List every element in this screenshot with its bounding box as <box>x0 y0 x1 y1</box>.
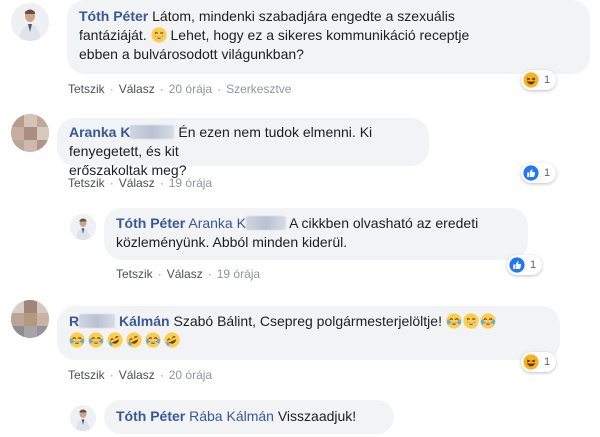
timestamp[interactable]: 20 órája <box>169 368 212 382</box>
redacted-name <box>245 216 286 230</box>
comment-author[interactable]: R Kálmán <box>69 313 170 329</box>
avatar[interactable] <box>70 214 96 240</box>
joy-emoji-icon <box>445 313 462 329</box>
like-link[interactable]: Tetszik <box>68 82 105 96</box>
comment-text: Látom, mindenki szabadjára engedte a sze… <box>152 8 455 24</box>
avatar-photo-blurred <box>11 300 49 338</box>
comment-text: A cikkben olvasható az eredeti <box>289 215 479 231</box>
joy-emoji-icon <box>479 313 496 329</box>
like-icon <box>509 257 525 273</box>
avatar-photo-blurred <box>11 114 49 152</box>
reply-link[interactable]: Válasz <box>119 82 155 96</box>
reaction-count: 1 <box>544 167 551 179</box>
reply-link[interactable]: Válasz <box>119 368 155 382</box>
avatar-photo <box>70 405 96 431</box>
haha-icon <box>523 354 539 370</box>
mention-link[interactable]: Aranka K <box>188 215 286 231</box>
comment-bubble: Tóth Péter Látom, mindenki szabadjára en… <box>67 0 590 74</box>
comment-author[interactable]: Tóth Péter <box>116 215 185 231</box>
comment-author[interactable]: Tóth Péter <box>79 8 148 24</box>
comment-text: Szabó Bálint, Csepreg polgármesterjelölt… <box>173 313 442 329</box>
reaction-summary[interactable]: 1 <box>521 70 557 90</box>
grin-emoji-icon <box>150 27 167 43</box>
emoji-sequence <box>69 332 180 348</box>
comment-bubble: R Kálmán Szabó Bálint, Csepreg polgármes… <box>57 306 560 360</box>
comment-author[interactable]: Tóth Péter <box>116 408 185 424</box>
comment-actions: Tetszik · Válasz · 19 órája <box>68 176 213 190</box>
rofl-emoji-icon <box>164 332 180 348</box>
avatar[interactable] <box>11 3 49 41</box>
comment-text: fantáziáját. <box>79 27 147 43</box>
avatar-photo <box>11 3 49 41</box>
timestamp[interactable]: 20 órája <box>169 82 212 96</box>
redacted-name <box>79 314 116 328</box>
reaction-count: 1 <box>544 74 551 86</box>
reaction-summary[interactable]: 1 <box>507 255 543 275</box>
joy-emoji-icon <box>145 332 161 348</box>
emoji-sequence <box>445 313 496 329</box>
joy-emoji-icon <box>88 332 104 348</box>
avatar[interactable] <box>70 405 96 431</box>
like-icon <box>523 165 539 181</box>
comment-text: közleményünk. Abból minden kiderül. <box>116 234 348 250</box>
comment-text: Visszaadjuk! <box>277 408 357 424</box>
haha-icon <box>523 72 539 88</box>
comment-bubble: Tóth Péter Aranka K A cikkben olvasható … <box>104 208 528 260</box>
timestamp[interactable]: 19 órája <box>169 176 212 190</box>
comment-text: Lehet, hogy ez a sikeres kommunikáció re… <box>170 27 470 43</box>
grin-emoji-icon <box>462 313 479 329</box>
reply-link[interactable]: Válasz <box>119 176 155 190</box>
reaction-count: 1 <box>544 356 551 368</box>
avatar[interactable] <box>11 114 49 152</box>
comment-author[interactable]: Aranka K <box>69 124 175 140</box>
joy-emoji-icon <box>69 332 85 348</box>
comment-actions: Tetszik · Válasz · 19 órája <box>116 267 261 281</box>
edited-label[interactable]: Szerkesztve <box>226 82 291 96</box>
avatar-photo <box>70 214 96 240</box>
like-link[interactable]: Tetszik <box>68 368 105 382</box>
rofl-emoji-icon <box>126 332 142 348</box>
comment-actions: Tetszik · Válasz · 20 órája <box>68 368 213 382</box>
like-link[interactable]: Tetszik <box>116 267 153 281</box>
avatar[interactable] <box>11 300 49 338</box>
comment-bubble: Aranka K Én ezen nem tudok elmenni. Ki f… <box>57 118 429 178</box>
mention-link[interactable]: Rába Kálmán <box>189 408 274 424</box>
reaction-count: 1 <box>530 259 537 271</box>
rofl-emoji-icon <box>107 332 123 348</box>
redacted-name <box>130 125 175 139</box>
reaction-summary[interactable]: 1 <box>521 352 557 372</box>
comment-actions: Tetszik · Válasz · 20 órája · Szerkesztve <box>68 82 292 96</box>
comment-text: ebben a bulvárosodott világunkban? <box>79 46 304 62</box>
like-link[interactable]: Tetszik <box>68 176 105 190</box>
comment-bubble: Tóth Péter Rába Kálmán Visszaadjuk! <box>104 400 394 434</box>
timestamp[interactable]: 19 órája <box>217 267 260 281</box>
reaction-summary[interactable]: 1 <box>521 163 557 183</box>
reply-link[interactable]: Válasz <box>167 267 203 281</box>
